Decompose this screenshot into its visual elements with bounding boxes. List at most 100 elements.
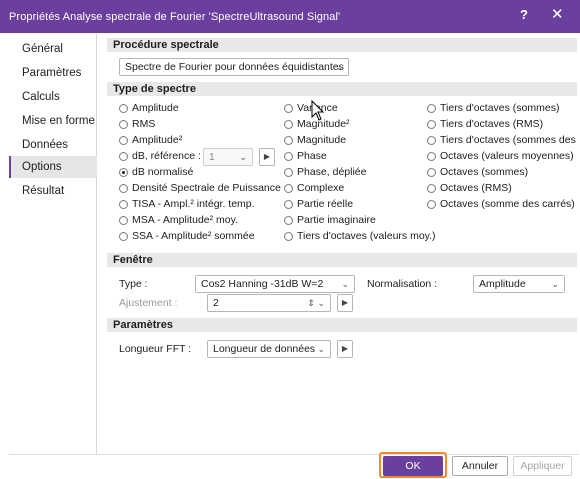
radio-indicator xyxy=(427,200,436,209)
radio-tiers-octaves-moy[interactable]: Tiers d'octaves (valeurs moy.) xyxy=(284,229,436,243)
adjust-label: Ajustement : xyxy=(119,297,178,309)
radio-msa[interactable]: MSA - Amplitude² moy. xyxy=(119,213,238,227)
options-panel: Procédure spectrale Spectre de Fourier p… xyxy=(107,34,580,448)
radio-phase-depliee[interactable]: Phase, dépliée xyxy=(284,165,366,179)
radio-indicator xyxy=(427,184,436,193)
adjust-value: 2 xyxy=(213,297,219,309)
radio-indicator xyxy=(119,184,128,193)
radio-label: Densité Spectrale de Puissance xyxy=(132,182,281,194)
adjust-stepper[interactable]: 2 ⇕ ⌄ xyxy=(207,294,331,312)
radio-db-reference[interactable]: dB, référence : xyxy=(119,149,201,163)
radio-octaves-carres[interactable]: Octaves (somme des carrés) xyxy=(427,197,575,211)
radio-indicator xyxy=(119,104,128,113)
radio-label: Tiers d'octaves (sommes) xyxy=(440,102,560,114)
radio-indicator xyxy=(427,136,436,145)
radio-label: RMS xyxy=(132,118,156,130)
normalisation-select[interactable]: Amplitude ⌄ xyxy=(473,275,565,293)
radio-indicator xyxy=(119,136,128,145)
radio-label: Amplitude xyxy=(132,102,179,114)
procedure-select-value: Spectre de Fourier pour données équidist… xyxy=(125,61,344,73)
radio-partie-reelle[interactable]: Partie réelle xyxy=(284,197,353,211)
fft-length-label: Longueur FFT : xyxy=(119,343,192,355)
radio-dsp[interactable]: Densité Spectrale de Puissance xyxy=(119,181,281,195)
sidebar-item-options[interactable]: Options xyxy=(9,156,97,178)
radio-rms[interactable]: RMS xyxy=(119,117,155,131)
radio-indicator xyxy=(427,104,436,113)
radio-octaves-moy[interactable]: Octaves (valeurs moyennes) xyxy=(427,149,574,163)
radio-phase[interactable]: Phase xyxy=(284,149,327,163)
radio-label: Complexe xyxy=(297,182,345,194)
radio-label: Octaves (RMS) xyxy=(440,182,512,194)
radio-tisa[interactable]: TISA - Ampl.² intégr. temp. xyxy=(119,197,255,211)
fft-length-value: Longueur de données xyxy=(213,343,316,355)
db-reference-select[interactable]: 1 ⌄ xyxy=(203,148,253,166)
radio-label: Partie réelle xyxy=(297,198,354,210)
radio-tiers-octaves-carres[interactable]: Tiers d'octaves (sommes des carrés) xyxy=(427,133,580,147)
radio-label: SSA - Amplitude² sommée xyxy=(132,230,255,242)
radio-label: Phase, dépliée xyxy=(297,166,367,178)
title-bar: Propriétés Analyse spectrale de Fourier … xyxy=(0,0,580,33)
radio-label: Octaves (valeurs moyennes) xyxy=(440,150,574,162)
radio-partie-imaginaire[interactable]: Partie imaginaire xyxy=(284,213,376,227)
radio-indicator xyxy=(284,152,293,161)
section-spectrum-type: Type de spectre xyxy=(107,82,577,96)
db-reference-play-button[interactable]: ▶ xyxy=(259,148,275,166)
chevron-down-icon: ⌄ xyxy=(551,279,559,289)
radio-label: Tiers d'octaves (RMS) xyxy=(440,118,544,130)
spin-arrows-icon: ⇕ ⌄ xyxy=(307,298,325,308)
radio-indicator xyxy=(119,120,128,129)
radio-label: Tiers d'octaves (valeurs moy.) xyxy=(297,230,436,242)
procedure-select[interactable]: Spectre de Fourier pour données équidist… xyxy=(119,58,349,76)
apply-button[interactable]: Appliquer xyxy=(513,456,572,476)
section-fenetre: Fenêtre xyxy=(107,253,577,267)
footer-divider xyxy=(9,454,579,455)
chevron-down-icon: ⌄ xyxy=(317,344,325,354)
radio-octaves-rms[interactable]: Octaves (RMS) xyxy=(427,181,512,195)
radio-label: dB normalisé xyxy=(132,166,194,178)
radio-indicator xyxy=(119,232,128,241)
sidebar-item-general[interactable]: Général xyxy=(9,38,97,60)
radio-label: Octaves (sommes) xyxy=(440,166,529,178)
section-parametres: Paramètres xyxy=(107,318,577,332)
radio-indicator xyxy=(119,168,128,177)
radio-indicator xyxy=(284,168,293,177)
cancel-button[interactable]: Annuler xyxy=(452,456,508,476)
radio-ssa[interactable]: SSA - Amplitude² sommée xyxy=(119,229,255,243)
db-reference-value: 1 xyxy=(209,151,215,163)
window-type-select[interactable]: Cos2 Hanning -31dB W=2 ⌄ xyxy=(195,275,355,293)
play-icon: ▶ xyxy=(263,152,271,161)
radio-indicator xyxy=(284,104,293,113)
radio-label: Tiers d'octaves (sommes des carrés) xyxy=(440,134,580,146)
radio-db-normalise[interactable]: dB normalisé xyxy=(119,165,193,179)
radio-complexe[interactable]: Complexe xyxy=(284,181,344,195)
sidebar-item-donnees[interactable]: Données xyxy=(9,134,97,156)
radio-label: TISA - Ampl.² intégr. temp. xyxy=(132,198,255,210)
chevron-down-icon: ⌄ xyxy=(335,62,343,72)
radio-indicator xyxy=(427,168,436,177)
fft-play-button[interactable]: ▶ xyxy=(337,340,353,358)
radio-indicator xyxy=(284,216,293,225)
sidebar-item-parametres[interactable]: Paramètres xyxy=(9,62,97,84)
normalisation-label: Normalisation : xyxy=(367,278,438,290)
sidebar-item-mise-en-forme[interactable]: Mise en forme xyxy=(9,110,97,132)
window-type-label: Type : xyxy=(119,278,148,290)
close-icon[interactable]: ✕ xyxy=(551,5,564,23)
radio-octaves-sommes[interactable]: Octaves (sommes) xyxy=(427,165,528,179)
fft-length-select[interactable]: Longueur de données ⌄ xyxy=(207,340,331,358)
radio-indicator xyxy=(119,216,128,225)
radio-tiers-octaves-sommes[interactable]: Tiers d'octaves (sommes) xyxy=(427,101,559,115)
radio-label: Octaves (somme des carrés) xyxy=(440,198,575,210)
radio-amplitude2[interactable]: Amplitude² xyxy=(119,133,182,147)
adjust-play-button[interactable]: ▶ xyxy=(337,294,353,312)
ok-button[interactable]: OK xyxy=(383,456,443,476)
radio-tiers-octaves-rms[interactable]: Tiers d'octaves (RMS) xyxy=(427,117,543,131)
radio-magnitude[interactable]: Magnitude xyxy=(284,133,346,147)
radio-indicator xyxy=(284,136,293,145)
sidebar-item-calculs[interactable]: Calculs xyxy=(9,86,97,108)
chevron-down-icon: ⌄ xyxy=(239,152,247,162)
sidebar-item-resultat[interactable]: Résultat xyxy=(9,180,97,202)
help-icon[interactable]: ? xyxy=(520,7,528,22)
play-icon: ▶ xyxy=(341,344,349,353)
radio-amplitude[interactable]: Amplitude xyxy=(119,101,179,115)
radio-indicator xyxy=(284,184,293,193)
